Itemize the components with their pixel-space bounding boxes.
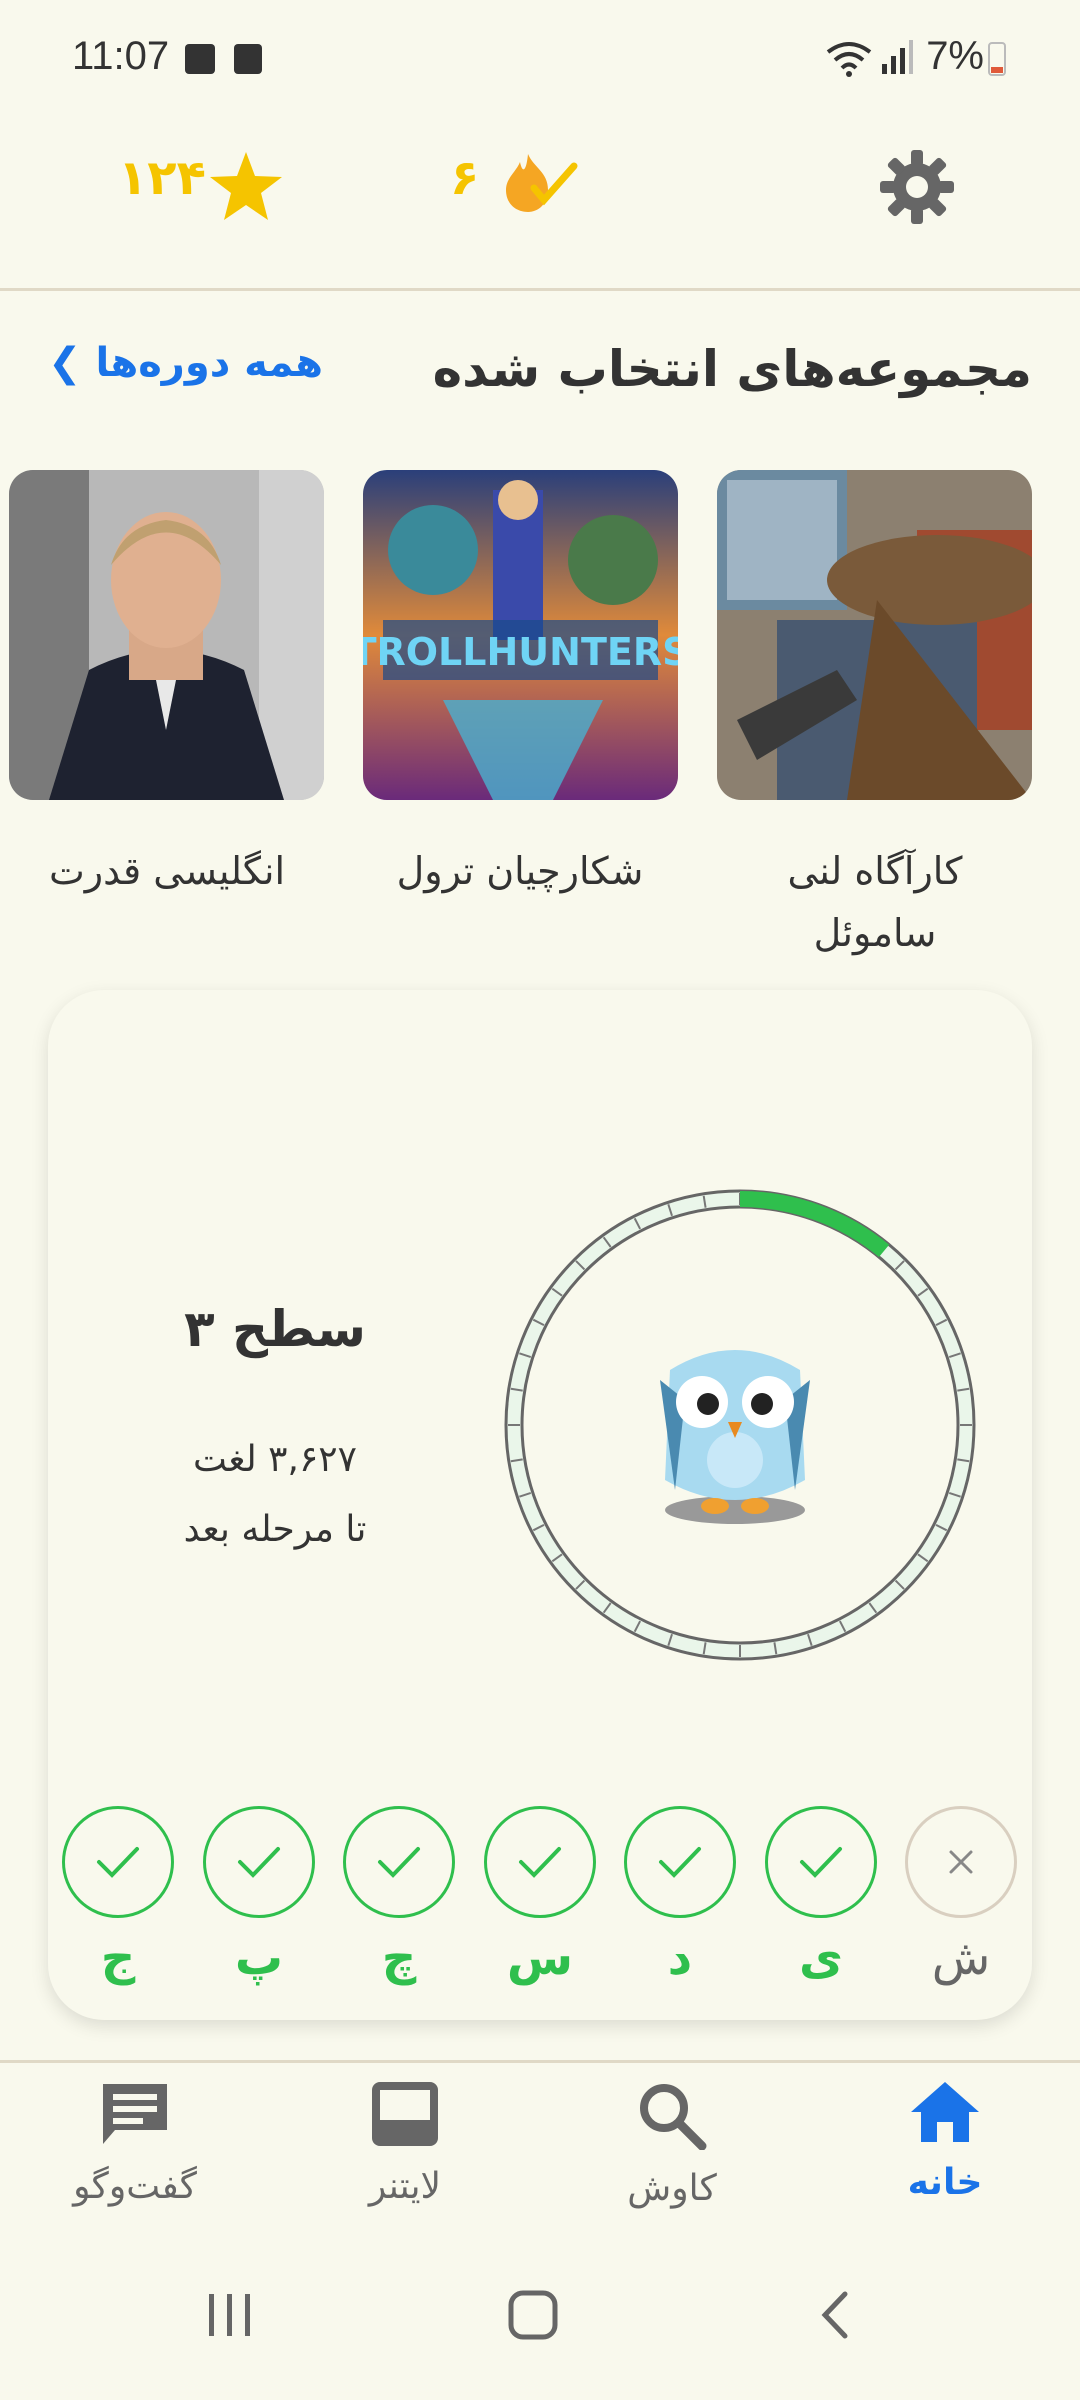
check-icon: [800, 1847, 842, 1878]
day-label: س: [506, 1930, 574, 1986]
collection-title-detective: کارآگاه لنی ساموئل: [710, 840, 1040, 964]
day-missed-circle: [905, 1806, 1017, 1918]
collection-title-trollhunters: شکارچیان ترول: [396, 849, 644, 893]
gallery-icon: [185, 44, 215, 74]
search-icon: [640, 2084, 707, 2151]
day-check-circle: [484, 1806, 596, 1918]
inbox-icon: [372, 2082, 438, 2146]
day-label: ش: [931, 1930, 991, 1986]
close-icon: [949, 1850, 973, 1874]
level-title: سطح ۳: [184, 1300, 366, 1358]
nav-explore-label: کاوش: [627, 2168, 717, 2209]
day-label: ج: [100, 1930, 136, 1986]
nav-explore[interactable]: کاوش: [572, 2080, 772, 2209]
chat-icon: [103, 2084, 167, 2144]
battery-icon: [988, 42, 1006, 76]
next-level-label: تا مرحله بعد: [183, 1509, 367, 1550]
home-button[interactable]: [508, 2290, 558, 2344]
words-count: ۳,۶۲۷ لغت: [193, 1439, 357, 1480]
collection-title-power-english: انگلیسی قدرت: [48, 849, 286, 893]
day-label: ی: [799, 1930, 843, 1986]
check-icon: [659, 1847, 701, 1878]
day-check-circle: [343, 1806, 455, 1918]
day-label: چ: [381, 1930, 417, 1986]
header-divider: [0, 288, 1080, 291]
check-icon: [238, 1847, 280, 1878]
section-title: مجموعه‌های انتخاب شده: [432, 340, 1032, 398]
nav-home-label: خانه: [907, 2162, 983, 2203]
check-icon: [97, 1847, 139, 1878]
collection-title-line1: کارآگاه لنی: [787, 849, 963, 893]
collection-thumb-power-english[interactable]: [9, 470, 324, 800]
home-icon: [911, 2082, 979, 2142]
nav-divider: [0, 2060, 1080, 2063]
nav-chat[interactable]: گفت‌وگو: [35, 2080, 235, 2207]
flame-check-icon[interactable]: [498, 150, 578, 220]
nav-leitner[interactable]: لایتنر: [305, 2080, 505, 2207]
signal-icon: [880, 40, 914, 80]
stars-count: ۱۲۴: [118, 150, 206, 206]
day-label: پ: [234, 1930, 284, 1986]
streak-count: ۶: [450, 150, 480, 206]
collection-thumb-detective[interactable]: [717, 470, 1032, 800]
day-label: د: [667, 1930, 693, 1986]
collection-thumb-trollhunters[interactable]: TROLLHUNTERS: [363, 470, 678, 800]
check-icon: [519, 1847, 561, 1878]
nav-chat-label: گفت‌وگو: [73, 2166, 197, 2207]
gear-icon[interactable]: [878, 148, 956, 230]
back-button[interactable]: [815, 2290, 855, 2344]
wifi-icon: [826, 40, 872, 82]
star-icon[interactable]: [208, 150, 284, 226]
battery-percent: 7%: [926, 34, 984, 78]
status-time: 11:07: [72, 34, 170, 78]
recent-apps-button[interactable]: [205, 2290, 255, 2344]
notification-icon: [234, 44, 262, 74]
svg-text:TROLLHUNTERS: TROLLHUNTERS: [363, 630, 678, 674]
owl-mascot: [630, 1310, 840, 1534]
level-words-remaining: ۳,۶۲۷ لغت تا مرحله بعد: [150, 1425, 400, 1565]
all-courses-link[interactable]: همه دوره‌ها ❯: [48, 340, 323, 386]
day-check-circle: [203, 1806, 315, 1918]
nav-leitner-label: لایتنر: [368, 2166, 442, 2207]
nav-home[interactable]: خانه: [845, 2080, 1045, 2203]
day-check-circle: [62, 1806, 174, 1918]
day-check-circle: [765, 1806, 877, 1918]
check-icon: [378, 1847, 420, 1878]
collection-title-line2: ساموئل: [813, 911, 937, 955]
day-check-circle: [624, 1806, 736, 1918]
